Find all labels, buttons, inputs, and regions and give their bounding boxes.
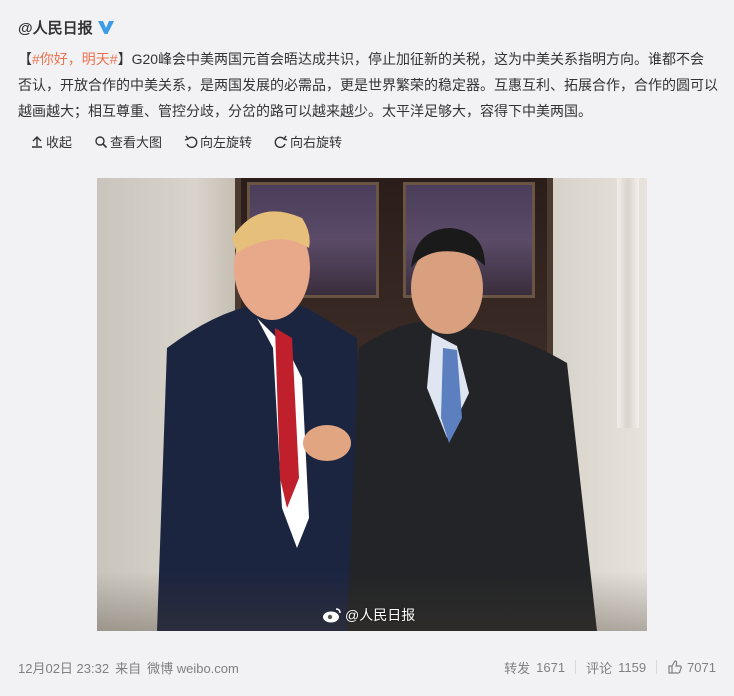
post-text: 【#你好，明天#】G20峰会中美两国元首会晤达成共识，停止加征新的关税，这为中美… (18, 46, 718, 124)
photo-people-illustration (157, 211, 597, 631)
like-button[interactable]: 7071 (667, 659, 716, 675)
thumbs-up-icon (668, 660, 682, 674)
rotate-left-button[interactable]: 向左旋转 (184, 132, 252, 151)
like-count: 7071 (687, 659, 716, 675)
collapse-icon (32, 135, 42, 148)
view-large-label: 查看大图 (110, 135, 163, 150)
collapse-button[interactable]: 收起 (30, 132, 72, 151)
media-actions: 收起 查看大图 向左旋转 向右旋转 (30, 132, 716, 151)
repost-count: 1671 (536, 659, 566, 675)
repost-button[interactable]: 转发 1671 (504, 658, 565, 677)
bracket-close: 】 (117, 51, 132, 67)
collapse-label: 收起 (46, 135, 73, 150)
comment-count: 1159 (618, 659, 647, 675)
rotate-left-icon (184, 135, 198, 148)
post-photo[interactable]: @人民日报 (97, 178, 647, 631)
post-meta: 12月02日 23:32 来自 微博 weibo.com (18, 658, 239, 677)
post-footer: 12月02日 23:32 来自 微博 weibo.com 转发 1671 评论 … (18, 656, 716, 678)
photo-watermark: @人民日报 (322, 605, 415, 625)
divider (656, 660, 658, 674)
divider (575, 660, 577, 674)
post-source[interactable]: 微博 weibo.com (147, 658, 239, 677)
rotate-left-label: 向左旋转 (200, 135, 253, 150)
weibo-logo-icon (323, 608, 341, 623)
post-timestamp[interactable]: 12月02日 23:32 (18, 658, 109, 677)
author-row: @人民日报 (18, 14, 716, 40)
rotate-right-icon (274, 135, 288, 148)
post-stats: 转发 1671 评论 1159 7071 (504, 658, 716, 677)
author-name[interactable]: @人民日报 (18, 17, 93, 38)
topic-link[interactable]: #你好，明天# (32, 51, 118, 67)
rotate-right-label: 向右旋转 (290, 135, 343, 150)
comment-label: 评论 (586, 660, 613, 676)
comment-button[interactable]: 评论 1159 (586, 658, 646, 677)
weibo-post-card: @人民日报 【#你好，明天#】G20峰会中美两国元首会晤达成共识，停止加征新的关… (0, 0, 734, 696)
view-large-button[interactable]: 查看大图 (94, 132, 162, 151)
rotate-right-button[interactable]: 向右旋转 (274, 132, 342, 151)
source-prefix: 来自 (115, 660, 142, 676)
bracket-open: 【 (18, 51, 32, 67)
watermark-text: @人民日报 (345, 607, 416, 623)
magnify-icon (95, 135, 108, 148)
repost-label: 转发 (504, 660, 531, 676)
verified-icon (97, 18, 115, 36)
